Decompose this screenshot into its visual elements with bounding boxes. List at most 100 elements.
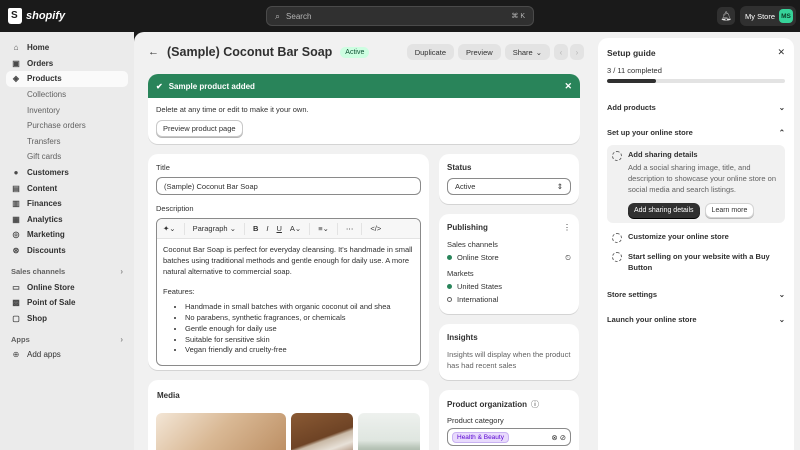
next-product-button[interactable]: › <box>570 44 584 60</box>
description-label: Description <box>156 204 194 213</box>
editor-content[interactable]: Coconut Bar Soap is perfect for everyday… <box>157 239 420 362</box>
sidebar-item-finances[interactable]: ▥ Finances <box>6 196 128 212</box>
duplicate-button[interactable]: Duplicate <box>406 44 454 60</box>
sidebar-item-customers[interactable]: ● Customers <box>6 165 128 181</box>
section-launch-store[interactable]: Launch your online store ⌄ <box>607 313 785 325</box>
chevron-right-icon: › <box>120 267 123 277</box>
page-header: ← (Sample) Coconut Bar Soap Active Dupli… <box>148 44 584 60</box>
sidebar-item-discounts[interactable]: ⊛ Discounts <box>6 243 128 259</box>
sidebar-item-transfers[interactable]: Transfers <box>6 134 128 150</box>
clear-icon[interactable]: ⊗ <box>551 433 557 442</box>
sidebar-item-home[interactable]: ⌂ Home <box>6 40 128 56</box>
sidebar-item-gift-cards[interactable]: Gift cards <box>6 149 128 165</box>
bold-icon[interactable]: B <box>253 224 258 233</box>
check-icon[interactable]: ⊘ <box>560 433 566 442</box>
list-item: Gentle enough for daily use <box>185 324 414 335</box>
divider <box>243 222 245 235</box>
notifications-button[interactable]: 🔔︎ <box>717 7 735 25</box>
chevron-down-icon: ⌄ <box>778 102 785 112</box>
store-menu-button[interactable]: My Store MS <box>740 6 796 26</box>
sidebar-item-label: Home <box>27 43 50 53</box>
underline-icon[interactable]: U <box>277 224 282 233</box>
status-select[interactable]: Active ⇕ <box>447 178 571 195</box>
page-title: (Sample) Coconut Bar Soap <box>167 45 333 59</box>
sidebar-item-marketing[interactable]: ◎ Marketing <box>6 227 128 243</box>
share-label: Share <box>512 47 533 57</box>
features-label: Features: <box>163 287 195 297</box>
incomplete-circle-icon[interactable] <box>612 233 622 244</box>
schedule-icon[interactable]: ⏲ <box>565 253 571 263</box>
avatar: MS <box>779 9 794 23</box>
sidebar-item-products[interactable]: ◈ Products <box>6 71 128 87</box>
task-buy-button[interactable]: Start selling on your website with a Buy… <box>607 251 785 273</box>
preview-button[interactable]: Preview <box>458 44 501 60</box>
section-online-store[interactable]: Set up your online store ⌃ <box>607 126 785 138</box>
more-icon[interactable]: ⋯ <box>346 224 354 233</box>
markets-label: Markets <box>447 269 474 278</box>
sidebar-item-label: Add apps <box>27 350 61 360</box>
section-store-settings[interactable]: Store settings ⌄ <box>607 288 785 300</box>
share-button[interactable]: Share ⌄ <box>504 44 550 60</box>
product-image-3[interactable] <box>358 413 420 450</box>
banner-body: Delete at any time or edit to make it yo… <box>148 98 580 144</box>
section-add-products[interactable]: Add products ⌄ <box>607 101 785 113</box>
learn-more-button[interactable]: Learn more <box>704 203 755 219</box>
task-content: Add sharing details Add a social sharing… <box>628 150 780 219</box>
sidebar-item-label: Discounts <box>27 246 66 256</box>
add-sharing-details-button[interactable]: Add sharing details <box>628 203 700 219</box>
sidebar-item-orders[interactable]: ▣ Orders <box>6 56 128 72</box>
active-dot <box>447 255 452 260</box>
chevron-right-icon: › <box>120 335 123 345</box>
sidebar-item-point-of-sale[interactable]: ▩ Point of Sale <box>6 295 128 311</box>
title-input[interactable]: (Sample) Coconut Bar Soap <box>156 177 421 195</box>
section-label: Launch your online store <box>607 314 697 324</box>
align-icon[interactable]: ≡⌄ <box>318 224 329 233</box>
back-arrow-icon[interactable]: ← <box>148 46 159 58</box>
sidebar-item-content[interactable]: ▤ Content <box>6 180 128 196</box>
product-image-2[interactable] <box>291 413 353 450</box>
italic-icon[interactable]: I <box>266 224 268 233</box>
sales-channels-section[interactable]: Sales channels › <box>6 264 128 279</box>
previous-product-button[interactable]: ‹ <box>554 44 568 60</box>
incomplete-circle-icon[interactable] <box>612 151 622 161</box>
organization-title: Product organization <box>447 400 527 409</box>
code-icon[interactable]: </> <box>370 224 381 233</box>
search-bar[interactable]: ⌕ ⌘ K <box>266 6 534 26</box>
category-field[interactable]: Health & Beauty ⊗ ⊘ <box>447 428 571 446</box>
task-title: Add sharing details <box>628 150 698 159</box>
inactive-dot <box>447 297 452 302</box>
shopify-logo[interactable]: shopify <box>8 8 65 24</box>
more-vertical-icon[interactable]: ⋮ <box>563 223 571 232</box>
sidebar-item-inventory[interactable]: Inventory <box>6 102 128 118</box>
close-icon[interactable]: ✕ <box>777 47 785 58</box>
sidebar-item-add-apps[interactable]: ⊕ Add apps <box>6 347 128 363</box>
preview-product-page-button[interactable]: Preview product page <box>156 120 243 137</box>
product-pager: ‹ › <box>554 44 584 60</box>
sidebar-item-shop[interactable]: ▢ Shop <box>6 311 128 327</box>
task-customize-store[interactable]: Customize your online store <box>607 232 785 244</box>
close-icon[interactable]: ✕ <box>564 81 572 92</box>
sidebar-item-purchase-orders[interactable]: Purchase orders <box>6 118 128 134</box>
search-input[interactable] <box>286 11 512 21</box>
organization-header: Product organization ⓘ <box>447 399 571 410</box>
media-title: Media <box>157 391 180 400</box>
sidebar-item-label: Transfers <box>27 136 61 146</box>
magic-icon[interactable]: ✦⌄ <box>163 224 176 233</box>
progress-text: 3 / 11 completed <box>607 66 662 75</box>
product-image-1[interactable] <box>156 413 286 450</box>
sidebar-item-online-store[interactable]: ▭ Online Store <box>6 279 128 295</box>
sidebar-item-collections[interactable]: Collections <box>6 87 128 103</box>
info-icon[interactable]: ⓘ <box>531 399 539 410</box>
text-color-icon[interactable]: A⌄ <box>290 224 301 233</box>
publishing-card: Publishing ⋮ Sales channels Online Store… <box>439 214 579 314</box>
main-content: ← (Sample) Coconut Bar Soap Active Dupli… <box>134 32 598 450</box>
task-add-sharing-details[interactable]: Add sharing details Add a social sharing… <box>607 145 785 224</box>
sidebar-item-label: Online Store <box>27 282 75 292</box>
section-label: Store settings <box>607 289 658 299</box>
paragraph-select[interactable]: Paragraph ⌄ <box>193 224 236 233</box>
incomplete-circle-icon[interactable] <box>612 252 622 263</box>
apps-section[interactable]: Apps › <box>6 332 128 347</box>
sidebar-item-analytics[interactable]: ▦ Analytics <box>6 212 128 228</box>
search-shortcut: ⌘ K <box>511 13 525 20</box>
shop-icon: ▢ <box>12 313 20 323</box>
